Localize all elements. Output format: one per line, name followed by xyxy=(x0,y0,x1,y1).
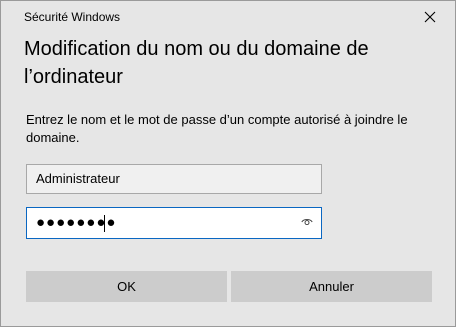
close-icon xyxy=(424,11,436,23)
windows-security-dialog: Sécurité Windows Modification du nom ou … xyxy=(0,0,456,327)
close-button[interactable] xyxy=(407,1,453,33)
cancel-button[interactable]: Annuler xyxy=(231,271,432,302)
password-field[interactable]: ●●●●●●●● xyxy=(26,207,322,239)
dialog-description: Entrez le nom et le mot de passe d’un co… xyxy=(26,112,408,145)
eye-icon xyxy=(301,214,313,232)
window-title: Sécurité Windows xyxy=(24,10,121,24)
dialog-heading: Modification du nom ou du domaine de l’o… xyxy=(24,38,369,88)
reveal-password-button[interactable] xyxy=(298,214,316,232)
ok-button[interactable]: OK xyxy=(26,271,227,302)
text-caret xyxy=(104,215,105,232)
username-field[interactable]: Administrateur xyxy=(26,164,322,194)
